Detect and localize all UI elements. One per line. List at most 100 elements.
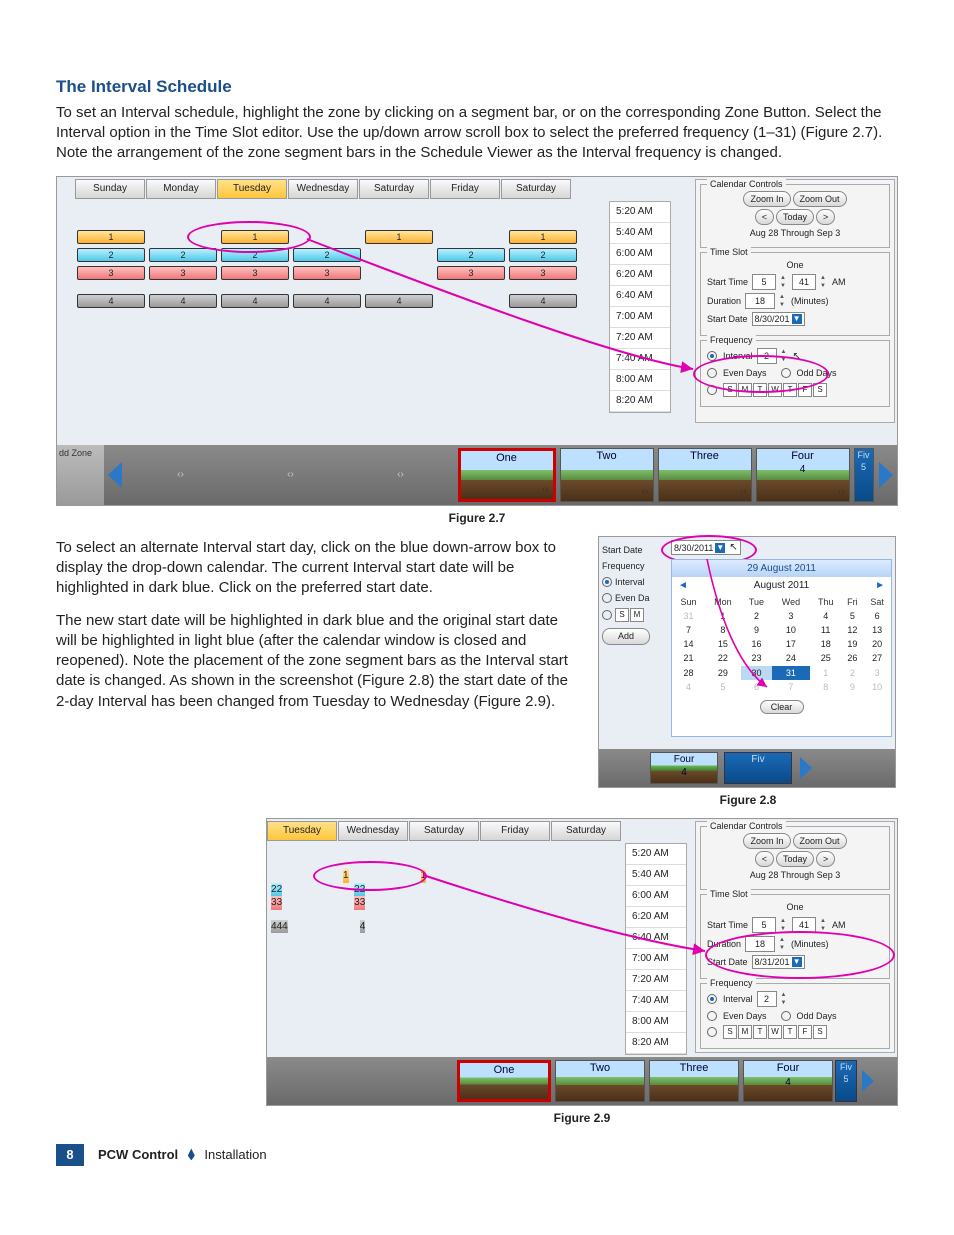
weekday-radio[interactable] <box>707 1027 717 1037</box>
zoom-out-button[interactable]: Zoom Out <box>793 191 847 207</box>
zone-nav-next[interactable] <box>876 445 898 505</box>
interval-radio[interactable] <box>707 351 717 361</box>
calendar-day[interactable]: 31 <box>772 666 810 680</box>
calendar-day[interactable]: 3 <box>863 666 891 680</box>
hour-spinner[interactable]: ▲▼ <box>780 275 788 289</box>
start-date-dropdown[interactable]: 8/30/201 ▼ <box>752 312 805 326</box>
even-days-radio[interactable] <box>602 593 612 603</box>
zone-card[interactable]: Three ‹› <box>658 448 752 502</box>
day-header[interactable]: Friday <box>430 179 500 199</box>
calendar-day[interactable]: 6 <box>863 609 891 623</box>
zone-segment[interactable]: 1 <box>77 230 145 244</box>
interval-radio[interactable] <box>707 994 717 1004</box>
minute-spinner[interactable]: ▲▼ <box>820 918 828 932</box>
today-button[interactable]: Today <box>776 209 814 225</box>
start-date-dropdown[interactable]: 8/31/201 ▼ <box>752 955 805 969</box>
day-letter[interactable]: M <box>630 608 644 622</box>
day-letter[interactable]: W <box>768 383 782 397</box>
day-header[interactable]: Friday <box>480 821 550 841</box>
month-next[interactable]: ► <box>875 579 885 593</box>
day-header[interactable]: Wednesday <box>288 179 358 199</box>
calendar-day[interactable]: 9 <box>842 680 864 694</box>
day-header[interactable]: Wednesday <box>338 821 408 841</box>
calendar-day[interactable]: 12 <box>842 623 864 637</box>
day-letter[interactable]: F <box>798 383 812 397</box>
calendar-day[interactable]: 10 <box>772 623 810 637</box>
interval-input[interactable]: 2 <box>757 991 777 1007</box>
day-header[interactable]: Saturday <box>551 821 621 841</box>
zone-segment[interactable]: 2 <box>77 248 145 262</box>
day-letter[interactable]: T <box>783 383 797 397</box>
calendar-day[interactable]: 7 <box>772 680 810 694</box>
even-days-radio[interactable] <box>707 1011 717 1021</box>
zone-segment[interactable]: 2 <box>293 248 361 262</box>
odd-days-radio[interactable] <box>781 368 791 378</box>
next-button[interactable]: > <box>816 209 835 225</box>
zone-segment[interactable]: 3 <box>293 266 361 280</box>
calendar-day[interactable]: 23 <box>741 651 772 665</box>
weekday-radio[interactable] <box>707 385 717 395</box>
hour-spinner[interactable]: ▲▼ <box>780 918 788 932</box>
interval-spinner[interactable]: ▲▼ <box>781 992 789 1006</box>
day-letter[interactable]: T <box>753 1025 767 1039</box>
calendar-day[interactable]: 1 <box>810 666 842 680</box>
next-button[interactable]: > <box>816 851 835 867</box>
zone-segment[interactable]: 4 <box>365 294 433 308</box>
zoom-in-button[interactable]: Zoom In <box>743 191 790 207</box>
zone-segment[interactable]: 3 <box>509 266 577 280</box>
calendar-day[interactable]: 14 <box>672 637 705 651</box>
dropdown-arrow-icon[interactable]: ▼ <box>792 957 802 967</box>
zone-nav-prev[interactable] <box>104 445 126 505</box>
zone-segment[interactable]: 2 <box>360 883 366 897</box>
calendar-day[interactable]: 1 <box>705 609 741 623</box>
start-date-dropdown[interactable]: 8/30/2011 ▼ ↖ <box>671 540 741 556</box>
dropdown-arrow-icon[interactable]: ▼ <box>792 314 802 324</box>
dropdown-arrow-icon[interactable]: ▼ <box>715 543 725 553</box>
calendar-day[interactable]: 20 <box>863 637 891 651</box>
zone-segment[interactable]: 2 <box>437 248 505 262</box>
prev-button[interactable]: < <box>755 209 774 225</box>
calendar-day[interactable]: 4 <box>810 609 842 623</box>
day-letter[interactable]: M <box>738 1025 752 1039</box>
zone-card[interactable]: Four 4 <box>650 752 718 784</box>
calendar-day[interactable]: 7 <box>672 623 705 637</box>
zone-card-partial[interactable]: Fiv <box>724 752 792 784</box>
zone-segment[interactable]: 3 <box>77 266 145 280</box>
zone-card[interactable]: Four 4 ‹› <box>756 448 850 502</box>
day-header[interactable]: Saturday <box>359 179 429 199</box>
day-header[interactable]: Sunday <box>75 179 145 199</box>
calendar-day[interactable]: 13 <box>863 623 891 637</box>
duration-input[interactable]: 18 <box>745 293 775 309</box>
zoom-out-button[interactable]: Zoom Out <box>793 833 847 849</box>
zone-card-partial[interactable]: Fiv 5 <box>854 448 874 502</box>
zone-card[interactable]: Two <box>555 1060 645 1102</box>
zone-segment[interactable]: 1 <box>221 230 289 244</box>
day-letter[interactable]: M <box>738 383 752 397</box>
zone-segment[interactable]: 1 <box>365 230 433 244</box>
minute-spinner[interactable]: ▲▼ <box>820 275 828 289</box>
calendar-day[interactable]: 18 <box>810 637 842 651</box>
day-letter[interactable]: S <box>615 608 629 622</box>
start-hour-input[interactable]: 5 <box>752 274 776 290</box>
calendar-day[interactable]: 26 <box>842 651 864 665</box>
calendar-day[interactable]: 28 <box>672 666 705 680</box>
calendar-day[interactable]: 5 <box>842 609 864 623</box>
calendar-day[interactable]: 25 <box>810 651 842 665</box>
even-days-radio[interactable] <box>707 368 717 378</box>
calendar-day[interactable]: 4 <box>672 680 705 694</box>
calendar-day[interactable]: 16 <box>741 637 772 651</box>
odd-days-radio[interactable] <box>781 1011 791 1021</box>
day-letter[interactable]: S <box>813 383 827 397</box>
add-zone-button[interactable]: dd Zone <box>57 445 104 505</box>
zone-segment[interactable]: 2 <box>149 248 217 262</box>
duration-spinner[interactable]: ▲▼ <box>779 937 787 951</box>
calendar-day[interactable]: 27 <box>863 651 891 665</box>
start-hour-input[interactable]: 5 <box>752 917 776 933</box>
duration-input[interactable]: 18 <box>745 936 775 952</box>
interval-spinner[interactable]: ▲▼ <box>781 349 789 363</box>
zone-card[interactable]: Two ‹› <box>560 448 654 502</box>
zone-segment[interactable]: 4 <box>509 294 577 308</box>
zone-card[interactable]: Three <box>649 1060 739 1102</box>
zone-segment[interactable]: 2 <box>509 248 577 262</box>
duration-spinner[interactable]: ▲▼ <box>779 294 787 308</box>
